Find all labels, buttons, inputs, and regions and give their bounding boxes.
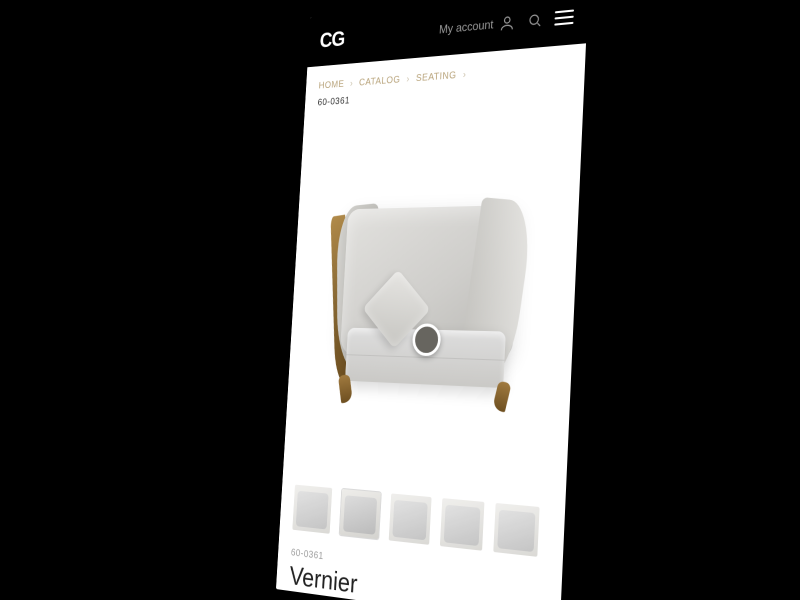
user-icon — [498, 13, 515, 33]
thumbnail[interactable] — [292, 485, 332, 534]
my-account-link[interactable]: My account — [439, 13, 516, 38]
menu-icon[interactable] — [554, 9, 574, 25]
chevron-right-icon: › — [406, 74, 410, 85]
brand-logo[interactable]: CG — [319, 18, 429, 53]
search-icon[interactable] — [526, 10, 544, 30]
breadcrumb-seating[interactable]: SEATING — [416, 70, 457, 84]
mobile-viewport: CG My account HOME › CATALOG › SEATING ›… — [276, 0, 589, 600]
chevron-right-icon: › — [350, 78, 354, 89]
breadcrumb-home[interactable]: HOME — [318, 79, 344, 91]
product-image — [327, 186, 531, 416]
chevron-right-icon: › — [463, 69, 467, 80]
thumbnail[interactable] — [493, 503, 539, 557]
breadcrumb-catalog[interactable]: CATALOG — [359, 75, 401, 89]
my-account-label: My account — [439, 17, 494, 36]
thumbnail[interactable] — [440, 498, 485, 551]
thumbnail[interactable] — [340, 489, 381, 539]
product-hero-image[interactable] — [283, 95, 584, 500]
thumbnail[interactable] — [389, 493, 432, 544]
